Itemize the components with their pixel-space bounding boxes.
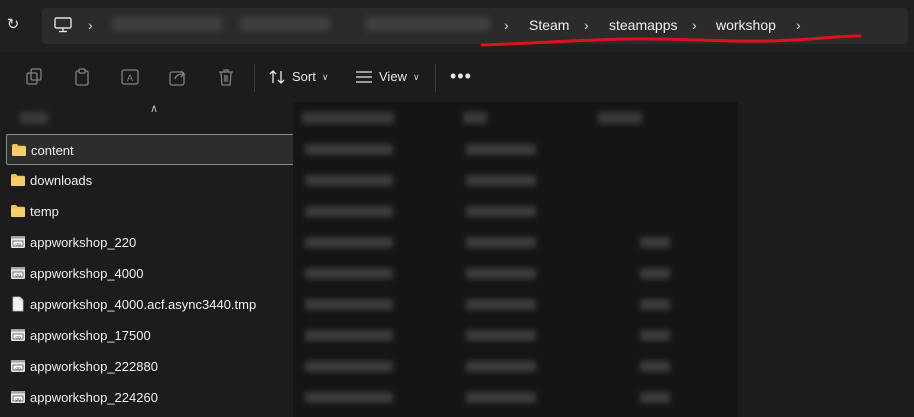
blurred-breadcrumb xyxy=(365,17,490,31)
blurred-detail-cell xyxy=(640,268,670,279)
sort-ascending-icon[interactable]: ∧ xyxy=(150,102,158,115)
view-button[interactable]: View ∨ xyxy=(355,66,420,88)
folder-icon xyxy=(10,172,26,188)
file-name: appworkshop_4000 xyxy=(30,266,144,281)
command-toolbar: A Sort ∨ View ∨ ••• xyxy=(0,52,914,102)
file-name: appworkshop_222880 xyxy=(30,359,158,374)
sort-label: Sort xyxy=(292,69,316,84)
blurred-detail-cell xyxy=(305,175,393,186)
red-annotation-underline xyxy=(480,34,862,47)
file-row[interactable]: cfg appworkshop_4000 xyxy=(0,258,293,289)
svg-text:cfg: cfg xyxy=(15,396,20,401)
column-header: ∧ xyxy=(0,102,914,132)
chevron-down-icon: ∨ xyxy=(412,72,420,82)
file-row[interactable]: cfg appworkshop_222880 xyxy=(0,351,293,382)
blurred-detail-cell xyxy=(466,206,536,217)
blurred-breadcrumb xyxy=(240,17,330,31)
more-options-button[interactable]: ••• xyxy=(450,66,472,86)
file-row[interactable]: appworkshop_4000.acf.async3440.tmp xyxy=(0,289,293,320)
config-file-icon: cfg xyxy=(10,265,26,281)
blurred-detail-cell xyxy=(305,299,393,310)
svg-text:cfg: cfg xyxy=(15,272,20,277)
file-name: appworkshop_224260 xyxy=(30,390,158,405)
svg-text:cfg: cfg xyxy=(15,241,20,246)
view-icon xyxy=(356,71,372,83)
file-name: appworkshop_4000.acf.async3440.tmp xyxy=(30,297,257,312)
blurred-detail-cell xyxy=(466,392,536,403)
blurred-detail-cell xyxy=(466,330,536,341)
config-file-icon: cfg xyxy=(10,327,26,343)
chevron-down-icon: ∨ xyxy=(321,72,329,82)
blurred-column-header xyxy=(598,112,642,124)
file-name: temp xyxy=(30,204,59,219)
sort-icon xyxy=(269,70,285,84)
blurred-detail-cell xyxy=(640,361,670,372)
blurred-detail-cell xyxy=(466,299,536,310)
blurred-column-header xyxy=(463,112,487,124)
svg-text:A: A xyxy=(127,73,133,83)
blurred-column-header xyxy=(302,112,394,124)
toolbar-divider xyxy=(254,64,255,92)
file-name: appworkshop_17500 xyxy=(30,328,151,343)
blurred-breadcrumb xyxy=(112,17,222,31)
blurred-detail-cell xyxy=(305,206,393,217)
folder-icon xyxy=(10,203,26,219)
breadcrumb-separator-icon[interactable]: › xyxy=(88,15,93,35)
cut-icon[interactable] xyxy=(24,67,44,87)
toolbar-divider xyxy=(435,64,436,92)
config-file-icon: cfg xyxy=(10,234,26,250)
blurred-detail-cell xyxy=(466,268,536,279)
folder-icon xyxy=(11,142,27,158)
blurred-detail-cell xyxy=(305,330,393,341)
view-label: View xyxy=(379,69,407,84)
file-row[interactable]: temp xyxy=(0,196,293,227)
blurred-detail-cell xyxy=(305,361,393,372)
file-row[interactable]: cfg appworkshop_220 xyxy=(0,227,293,258)
blurred-detail-cell xyxy=(466,175,536,186)
this-pc-icon[interactable] xyxy=(54,17,72,33)
copy-icon[interactable] xyxy=(72,67,92,87)
file-row[interactable]: cfg appworkshop_224260 xyxy=(0,382,293,413)
blurred-detail-cell xyxy=(640,237,670,248)
blurred-detail-cell xyxy=(305,237,393,248)
blurred-detail-cell xyxy=(305,392,393,403)
file-row[interactable]: cfg appworkshop_17500 xyxy=(0,320,293,351)
file-row[interactable]: content xyxy=(6,134,293,165)
blurred-detail-cell xyxy=(640,330,670,341)
sort-button[interactable]: Sort ∨ xyxy=(268,66,328,88)
delete-icon[interactable] xyxy=(216,67,236,87)
share-icon[interactable] xyxy=(168,67,188,87)
file-row[interactable]: downloads xyxy=(0,165,293,196)
blurred-detail-cell xyxy=(466,361,536,372)
blurred-column-header xyxy=(20,112,48,124)
blurred-detail-cell xyxy=(305,144,393,155)
blurred-detail-cell xyxy=(466,237,536,248)
blurred-detail-cell xyxy=(640,299,670,310)
address-bar-row: ↻ › › Steam › steamapps › workshop › xyxy=(0,0,914,52)
file-name: appworkshop_220 xyxy=(30,235,137,250)
file-icon xyxy=(10,296,26,312)
file-name: content xyxy=(31,143,74,158)
config-file-icon: cfg xyxy=(10,389,26,405)
file-name: downloads xyxy=(30,173,93,188)
blurred-detail-cell xyxy=(640,392,670,403)
config-file-icon: cfg xyxy=(10,358,26,374)
rename-icon[interactable]: A xyxy=(120,67,140,87)
blurred-detail-cell xyxy=(466,144,536,155)
refresh-icon[interactable]: ↻ xyxy=(4,16,22,34)
svg-text:cfg: cfg xyxy=(15,365,20,370)
blurred-detail-cell xyxy=(305,268,393,279)
svg-text:cfg: cfg xyxy=(15,334,20,339)
